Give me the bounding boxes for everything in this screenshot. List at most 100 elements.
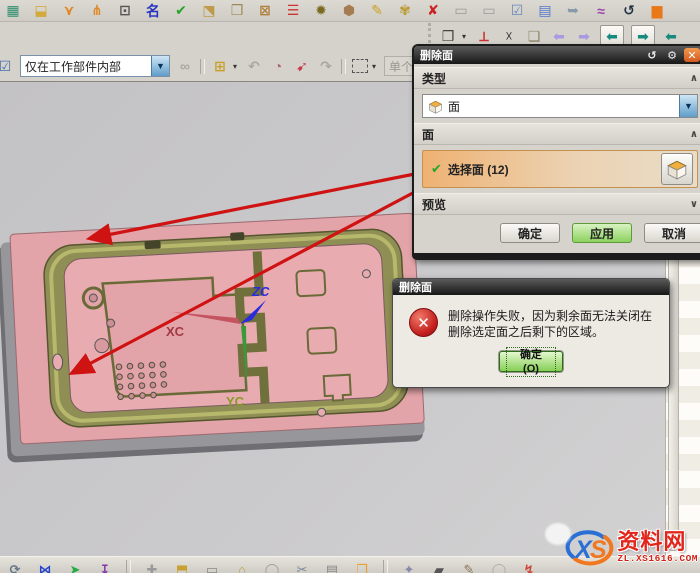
refresh-icon[interactable]: ⟳ <box>6 560 24 573</box>
type-dropdown-caret-icon[interactable]: ▼ <box>679 95 697 117</box>
site-watermark: X S 资料网 ZL.XS1616.COM <box>563 527 698 567</box>
pencil-yellow-icon[interactable]: ✎ <box>368 2 386 20</box>
filter-boxed-icon[interactable]: ⊡ <box>116 2 134 20</box>
filter-double-icon[interactable]: ⋔ <box>88 2 106 20</box>
filter-plus-icon[interactable]: ⊞ <box>211 57 229 75</box>
separator <box>383 560 388 573</box>
chevron-up-icon[interactable]: ∧ <box>690 129 698 140</box>
open-tray-icon[interactable]: ⬓ <box>32 2 50 20</box>
rotate-disabled-icon[interactable]: ↷ <box>317 57 335 75</box>
chevron-up-icon[interactable]: ∧ <box>690 73 698 84</box>
marquee-caret-icon[interactable]: ▾ <box>370 57 378 75</box>
error-icon: ✕ <box>409 308 438 337</box>
cube-brown-icon[interactable]: ⬢ <box>340 2 358 20</box>
list-red-icon[interactable]: ☰ <box>284 2 302 20</box>
star-icon[interactable]: ✦ <box>400 560 418 573</box>
apply-button[interactable]: 应用 <box>572 223 632 243</box>
selection-scope-caret-icon[interactable]: ▼ <box>151 56 169 76</box>
marquee-select-icon[interactable] <box>352 59 368 73</box>
ok-button[interactable]: 确定 <box>500 223 560 243</box>
cube-icon <box>666 158 688 180</box>
window-icon[interactable]: ▭ <box>203 560 221 573</box>
sheet-icon[interactable]: ▤ <box>323 560 341 573</box>
point-arrow-icon[interactable]: ➹ <box>293 57 311 75</box>
window-gray-icon[interactable]: ▭ <box>452 2 470 20</box>
main-toolbar: ▦ ⬓ ⋎ ⋔ ⊡ 名 ✔ ⬔ ❒ ⊠ ☰ ✹ ⬢ ✎ ✾ ✘ ▭ ▭ ☑ ▤ ➥ ≈ ↺ ▆ <box>0 0 700 22</box>
preview-section-header[interactable]: 预览 ∨ <box>414 193 700 215</box>
layout-blue-icon[interactable]: ▤ <box>536 2 554 20</box>
face-cube-icon <box>428 99 443 114</box>
lock-icon[interactable]: ⊠ <box>256 2 274 20</box>
undo-disabled-icon[interactable]: ↶ <box>245 57 263 75</box>
gear-icon[interactable]: ⚙ <box>664 48 680 62</box>
checkbox-window-icon[interactable]: ☑ <box>508 2 526 20</box>
select-face-cube-button[interactable] <box>661 153 693 185</box>
error-ok-button[interactable]: 确定(O) <box>499 351 563 372</box>
cam-orange-icon[interactable]: ▆ <box>648 2 666 20</box>
face-section-header[interactable]: 面 ∧ <box>414 123 700 145</box>
home-olive-icon[interactable]: ⌂ <box>233 560 251 573</box>
burst-icon[interactable]: ✹ <box>312 2 330 20</box>
close-red-icon[interactable]: ✘ <box>424 2 442 20</box>
tray-yellow-icon[interactable]: ⬒ <box>173 560 191 573</box>
svg-text:S: S <box>590 536 607 564</box>
dropdown-caret-icon[interactable]: ▾ <box>231 57 239 75</box>
window-box-icon[interactable]: ❒ <box>228 2 246 20</box>
wcs-icon[interactable]: ⟂ <box>475 27 493 45</box>
undo-dark-icon[interactable]: ↺ <box>620 2 638 20</box>
badge-dark-icon[interactable]: ▰ <box>430 560 448 573</box>
axis-zc-label-svg: ZC <box>251 284 270 299</box>
arrow-red-icon[interactable]: ↯ <box>520 560 538 573</box>
reset-icon[interactable]: ↺ <box>644 48 660 62</box>
work-section-check-icon[interactable]: ☑ <box>0 57 14 75</box>
separator <box>126 560 131 573</box>
copy-stack-icon[interactable]: ❏ <box>525 27 543 45</box>
window-door-icon[interactable]: ❒ <box>439 27 457 45</box>
type-dropdown[interactable]: 面 ▼ <box>422 94 698 118</box>
back-teal-arrow-cut-icon[interactable]: ⬅ <box>662 27 680 45</box>
filter-icon[interactable]: ⋎ <box>60 2 78 20</box>
type-dropdown-value: 面 <box>448 98 460 115</box>
clip-icon[interactable]: ✂ <box>293 560 311 573</box>
find-binoculars-icon[interactable]: ∞ <box>176 57 194 75</box>
type-section-header[interactable]: 类型 ∧ <box>414 67 700 89</box>
plus-gray-icon[interactable]: ✚ <box>143 560 161 573</box>
type-section-label: 类型 <box>422 70 446 87</box>
play-green-icon[interactable]: ➤ <box>66 560 84 573</box>
wave-purple-icon[interactable]: ≈ <box>592 2 610 20</box>
watermark-site-name: 资料网 <box>617 531 686 553</box>
watermark-site-url: ZL.XS1616.COM <box>617 554 698 564</box>
axis-xc-label-svg: XC <box>166 324 185 339</box>
palette-icon[interactable]: ✾ <box>396 2 414 20</box>
error-dialog-titlebar[interactable]: 删除面 <box>393 279 669 295</box>
bowtie-blue-icon[interactable]: ⋈ <box>36 560 54 573</box>
window-gray2-icon[interactable]: ▭ <box>480 2 498 20</box>
delete-face-dialog-titlebar[interactable]: 删除面 ↺ ⚙ ✕ <box>414 46 700 64</box>
snap-sphere-icon[interactable]: ◔ <box>269 57 287 75</box>
select-face-row[interactable]: ✔ 选择面 (12) <box>422 150 698 188</box>
circle2-icon[interactable]: ◯ <box>490 560 508 573</box>
down-purple-icon[interactable]: ↧ <box>96 560 114 573</box>
check-icon[interactable]: ✔ <box>172 2 190 20</box>
error-dialog-body: ✕ 删除操作失败，因为剩余面无法关闭在删除选定面之后剩下的区域。 确定(O) <box>393 295 669 385</box>
forward-purple-arrow-icon[interactable]: ➡ <box>575 27 593 45</box>
watermark-logo: X S <box>563 527 615 567</box>
axis-yc-label-svg: YC <box>226 394 245 409</box>
x-datum-icon[interactable]: ☓ <box>500 27 518 45</box>
delete-face-dialog: 删除面 ↺ ⚙ ✕ 类型 ∧ 面 ▼ 面 ∧ ✔ 选择面 <box>412 44 700 260</box>
new-part-icon[interactable]: ▦ <box>4 2 22 20</box>
box-orange-icon[interactable]: ❒ <box>353 560 371 573</box>
folder-open-icon[interactable]: ⬔ <box>200 2 218 20</box>
cancel-button[interactable]: 取消 <box>644 223 700 243</box>
chevron-down-icon[interactable]: ∨ <box>690 199 698 210</box>
circle-icon[interactable]: ◯ <box>263 560 281 573</box>
back-purple-arrow-icon[interactable]: ⬅ <box>550 27 568 45</box>
dialog-title: 删除面 <box>420 47 453 63</box>
pencil-icon[interactable]: ✎ <box>460 560 478 573</box>
dropdown-caret-icon[interactable]: ▾ <box>460 27 468 45</box>
selection-scope-dropdown[interactable]: 仅在工作部件内部 ▼ <box>20 55 170 77</box>
doc-arrow-icon[interactable]: ➥ <box>564 2 582 20</box>
select-face-label: 选择面 (12) <box>448 161 509 178</box>
close-icon[interactable]: ✕ <box>684 48 700 62</box>
name-tag-icon[interactable]: 名 <box>144 2 162 20</box>
